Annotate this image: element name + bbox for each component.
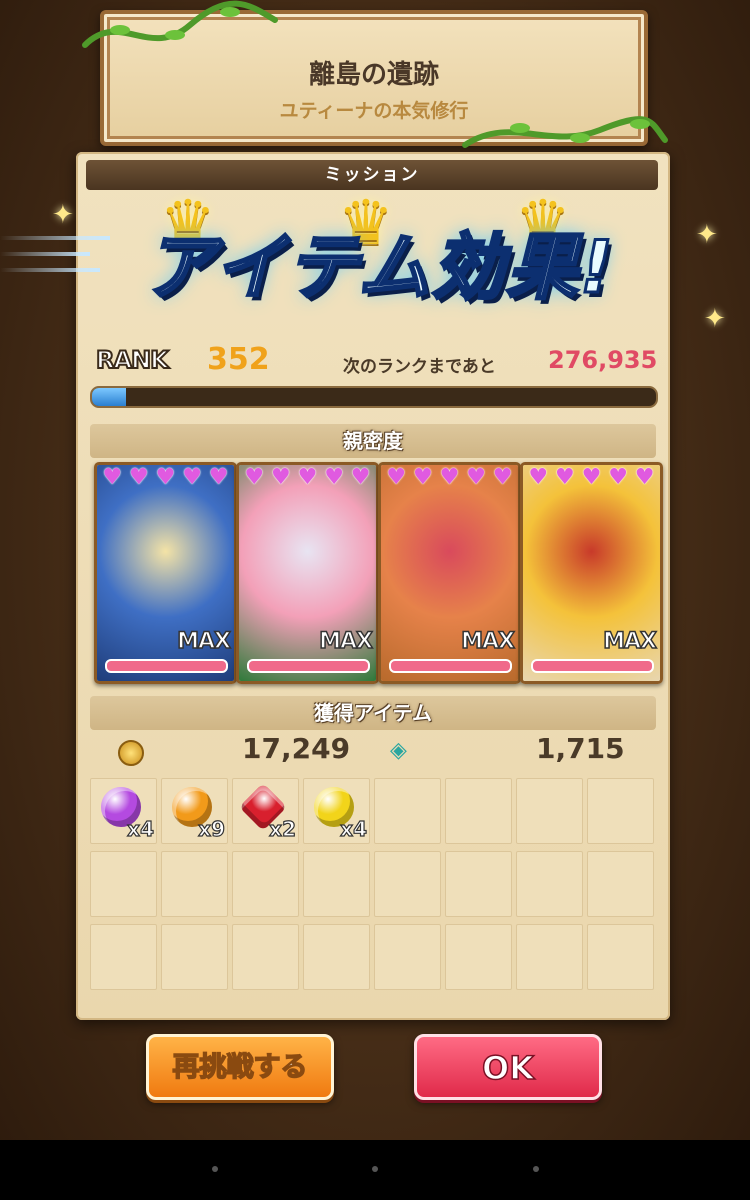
item-slot[interactable]: x9 [161,778,228,844]
rank-progress-fill [92,388,126,406]
heart-icon: ♥ [350,465,371,490]
heart-icon: ♥ [208,465,229,490]
heart-icon: ♥ [413,465,433,490]
item-count: x2 [269,816,297,841]
sparkle-icon: ✦ [704,304,726,334]
retry-button[interactable]: 再挑戦する [146,1034,334,1100]
speed-line [0,252,90,256]
item-slot [516,851,583,917]
rank-label: RANK [95,345,170,375]
affinity-max-label: MAX [602,628,657,655]
reward-item-grid: x4 x9 x2 x4 [90,778,660,992]
item-slot [587,778,654,844]
item-slot [161,851,228,917]
item-slot [516,778,583,844]
coin-icon [118,740,144,766]
item-slot [161,924,228,990]
heart-icon: ♥ [581,465,602,490]
affinity-header: 親密度 [90,424,656,458]
item-effect-banner: アイテム効果! [142,224,615,311]
heart-icon: ♥ [129,465,149,490]
item-slot [445,778,512,844]
affinity-hearts: ♥ ♥ ♥ ♥ ♥ [99,467,232,489]
character-card[interactable]: ♥ ♥ ♥ ♥ ♥ MAX [378,462,521,684]
gem-currency-icon: ◈ [390,738,407,763]
affinity-bar [531,659,654,673]
affinity-hearts: ♥ ♥ ♥ ♥ ♥ [241,467,374,489]
heart-icon: ♥ [386,465,407,490]
heart-icon: ♥ [528,465,549,490]
item-slot [90,924,157,990]
gem-amount: 1,715 [536,732,625,765]
item-slot [587,924,654,990]
heart-icon: ♥ [297,465,318,490]
item-slot [374,778,441,844]
character-card[interactable]: ♥ ♥ ♥ ♥ ♥ MAX [94,462,237,684]
heart-icon: ♥ [102,465,123,490]
item-slot [90,851,157,917]
affinity-bar [105,659,228,673]
affinity-hearts: ♥ ♥ ♥ ♥ ♥ [525,467,658,489]
rank-progress-bar [90,386,658,408]
item-slot [303,851,370,917]
heart-icon: ♥ [271,465,291,490]
affinity-max-label: MAX [176,628,231,655]
item-slot [445,924,512,990]
item-slot[interactable]: x4 [303,778,370,844]
heart-icon: ♥ [466,465,486,490]
next-rank-label: 次のランクまであと [343,357,496,377]
item-slot [232,851,299,917]
character-card[interactable]: ♥ ♥ ♥ ♥ ♥ MAX [520,462,663,684]
rank-value: 352 [207,342,270,377]
item-slot [516,924,583,990]
heart-icon: ♥ [324,465,344,490]
character-card[interactable]: ♥ ♥ ♥ ♥ ♥ MAX [236,462,379,684]
heart-icon: ♥ [555,465,575,490]
affinity-bar [247,659,370,673]
item-count: x4 [127,816,155,841]
ok-button[interactable]: OK [414,1034,602,1100]
item-slot [445,851,512,917]
heart-icon: ♥ [244,465,265,490]
item-slot [303,924,370,990]
item-slot [587,851,654,917]
next-rank-value: 276,935 [548,346,658,374]
item-slot[interactable]: x4 [90,778,157,844]
heart-icon: ♥ [182,465,202,490]
item-slot [374,924,441,990]
nav-home-button[interactable] [372,1166,378,1172]
nav-recent-button[interactable] [533,1166,539,1172]
item-count: x4 [340,816,368,841]
affinity-bar [389,659,512,673]
heart-icon: ♥ [634,465,655,490]
item-slot [374,851,441,917]
heart-icon: ♥ [439,465,460,490]
sparkle-icon: ✦ [52,200,74,230]
rewards-header: 獲得アイテム [90,696,656,730]
affinity-hearts: ♥ ♥ ♥ ♥ ♥ [383,467,516,489]
item-count: x9 [198,816,226,841]
coin-amount: 17,249 [242,732,351,765]
item-slot [232,924,299,990]
vine-decoration-bottom-icon [462,116,668,148]
heart-icon: ♥ [492,465,513,490]
sparkle-icon: ✦ [696,220,718,250]
affinity-max-label: MAX [460,628,515,655]
vine-decoration-top-icon [82,0,278,48]
heart-icon: ♥ [608,465,628,490]
item-slot[interactable]: x2 [232,778,299,844]
nav-back-button[interactable] [212,1166,218,1172]
affinity-max-label: MAX [318,628,373,655]
heart-icon: ♥ [155,465,176,490]
